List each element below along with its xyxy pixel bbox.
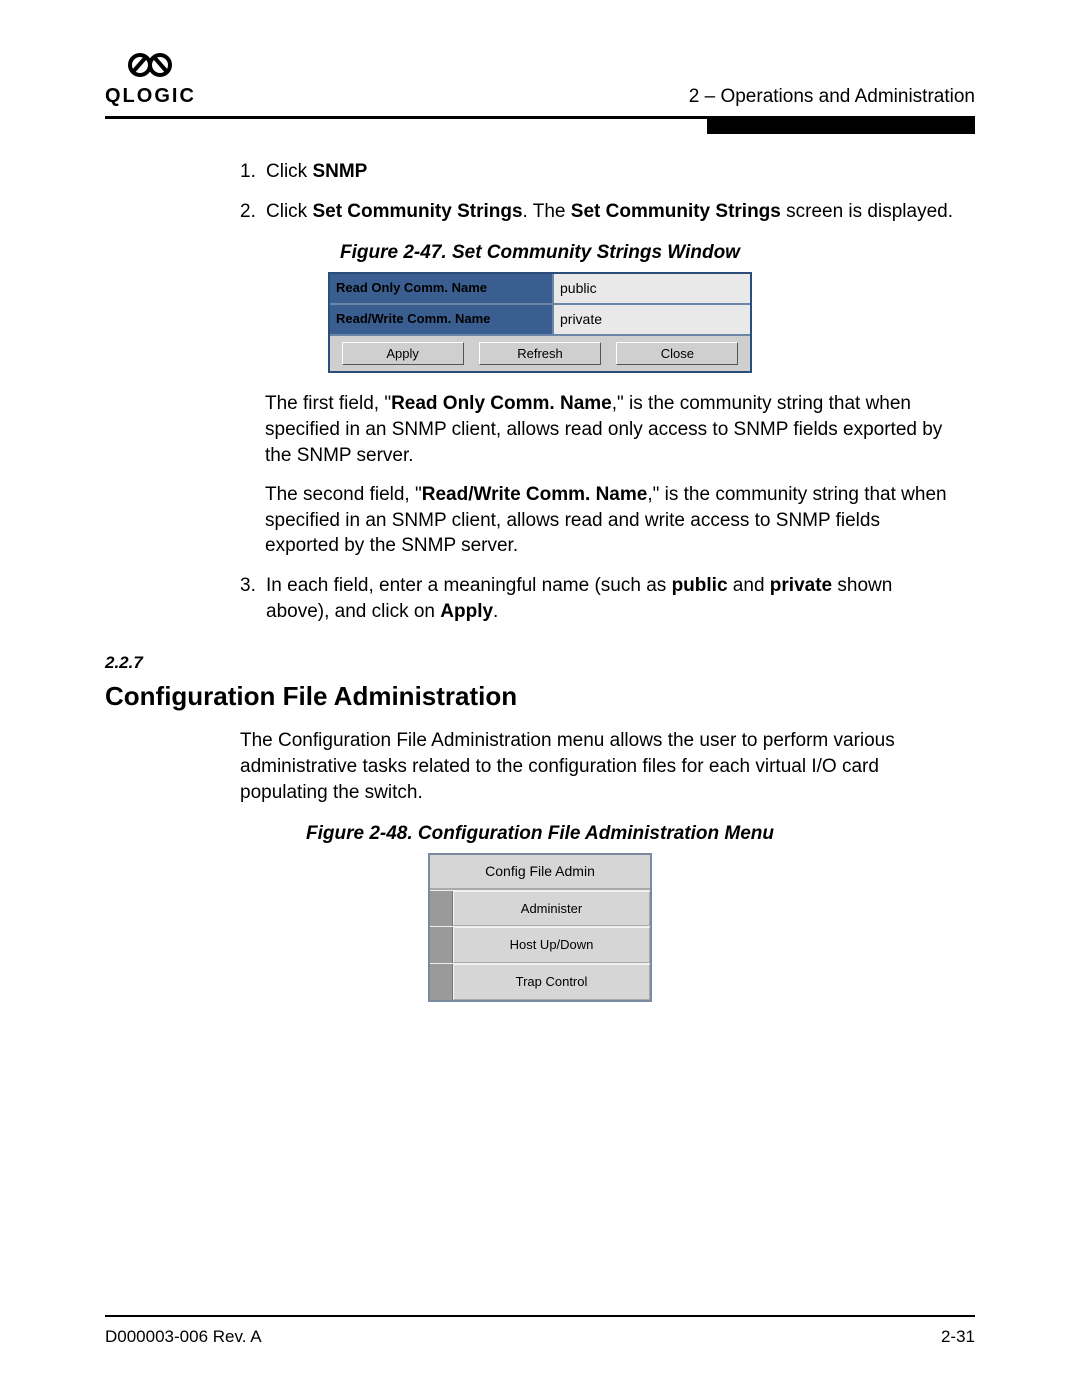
bold-snmp: SNMP [312, 161, 367, 182]
text: In each field, enter a meaningful name (… [266, 575, 672, 596]
step-text: In each field, enter a meaningful name (… [266, 573, 955, 624]
step-1: 1. Click SNMP [240, 159, 955, 185]
bold: Apply [440, 601, 493, 622]
section-intro: The Configuration File Administration me… [240, 728, 955, 805]
figure-47-caption: Figure 2-47. Set Community Strings Windo… [105, 240, 975, 266]
bold: public [672, 575, 728, 596]
step-2: 2. Click Set Community Strings. The Set … [240, 199, 955, 225]
figure-48-caption: Figure 2-48. Configuration File Administ… [105, 821, 975, 847]
button-row: Apply Refresh Close [330, 336, 750, 372]
menu-row-administer: Administer [430, 890, 650, 927]
menu-tab [430, 927, 453, 963]
set-community-strings-window: Read Only Comm. Name public Read/Write C… [328, 272, 752, 373]
section-number: 2.2.7 [105, 652, 975, 675]
bold: Set Community Strings [312, 201, 522, 222]
menu-item-trap-control[interactable]: Trap Control [453, 964, 650, 1000]
page-footer: D000003-006 Rev. A 2-31 [105, 1315, 975, 1347]
text: The first field, " [265, 393, 391, 414]
text: screen is displayed. [781, 201, 953, 222]
bold: Read/Write Comm. Name [422, 484, 648, 505]
header-section-label: 2 – Operations and Administration [689, 86, 975, 108]
readonly-row: Read Only Comm. Name public [330, 274, 750, 305]
text: The second field, " [265, 484, 422, 505]
step-number: 3. [240, 573, 266, 624]
menu-item-host-up-down[interactable]: Host Up/Down [453, 927, 650, 963]
paragraph-readonly: The first field, "Read Only Comm. Name,"… [265, 391, 955, 468]
text: . [493, 601, 498, 622]
menu-tab [430, 964, 453, 1000]
footer-page-number: 2-31 [941, 1327, 975, 1347]
menu-item-administer[interactable]: Administer [453, 891, 650, 927]
menu-header[interactable]: Config File Admin [430, 855, 650, 890]
step-text: Click SNMP [266, 159, 955, 185]
text: . The [523, 201, 571, 222]
readonly-value[interactable]: public [554, 274, 750, 303]
page-header: QLOGIC 2 – Operations and Administration [105, 50, 975, 119]
qlogic-logo: QLOGIC [105, 50, 196, 108]
bold: private [770, 575, 832, 596]
menu-row-host: Host Up/Down [430, 926, 650, 963]
section-title: Configuration File Administration [105, 679, 975, 714]
close-button[interactable]: Close [616, 342, 738, 366]
apply-button[interactable]: Apply [342, 342, 464, 366]
bold: Read Only Comm. Name [391, 393, 612, 414]
config-file-admin-menu: Config File Admin Administer Host Up/Dow… [428, 853, 652, 1002]
text: Click [266, 201, 312, 222]
ordered-steps-continued: 3. In each field, enter a meaningful nam… [240, 573, 955, 624]
ordered-steps: 1. Click SNMP 2. Click Set Community Str… [240, 159, 955, 224]
step-number: 1. [240, 159, 266, 185]
readwrite-row: Read/Write Comm. Name private [330, 305, 750, 336]
text: and [728, 575, 770, 596]
page-body: 1. Click SNMP 2. Click Set Community Str… [105, 159, 975, 1002]
readwrite-label: Read/Write Comm. Name [330, 305, 554, 334]
menu-row-trap: Trap Control [430, 963, 650, 1000]
refresh-button[interactable]: Refresh [479, 342, 601, 366]
logo-glyph-icon [105, 50, 196, 85]
step-number: 2. [240, 199, 266, 225]
step-text: Click Set Community Strings. The Set Com… [266, 199, 955, 225]
paragraph-readwrite: The second field, "Read/Write Comm. Name… [265, 482, 955, 559]
readonly-label: Read Only Comm. Name [330, 274, 554, 303]
text: Click [266, 161, 312, 182]
step-3: 3. In each field, enter a meaningful nam… [240, 573, 955, 624]
readwrite-value[interactable]: private [554, 305, 750, 334]
footer-doc-id: D000003-006 Rev. A [105, 1327, 262, 1347]
menu-tab [430, 891, 453, 927]
logo-text: QLOGIC [105, 85, 196, 108]
bold: Set Community Strings [571, 201, 781, 222]
header-black-bar [707, 116, 975, 134]
